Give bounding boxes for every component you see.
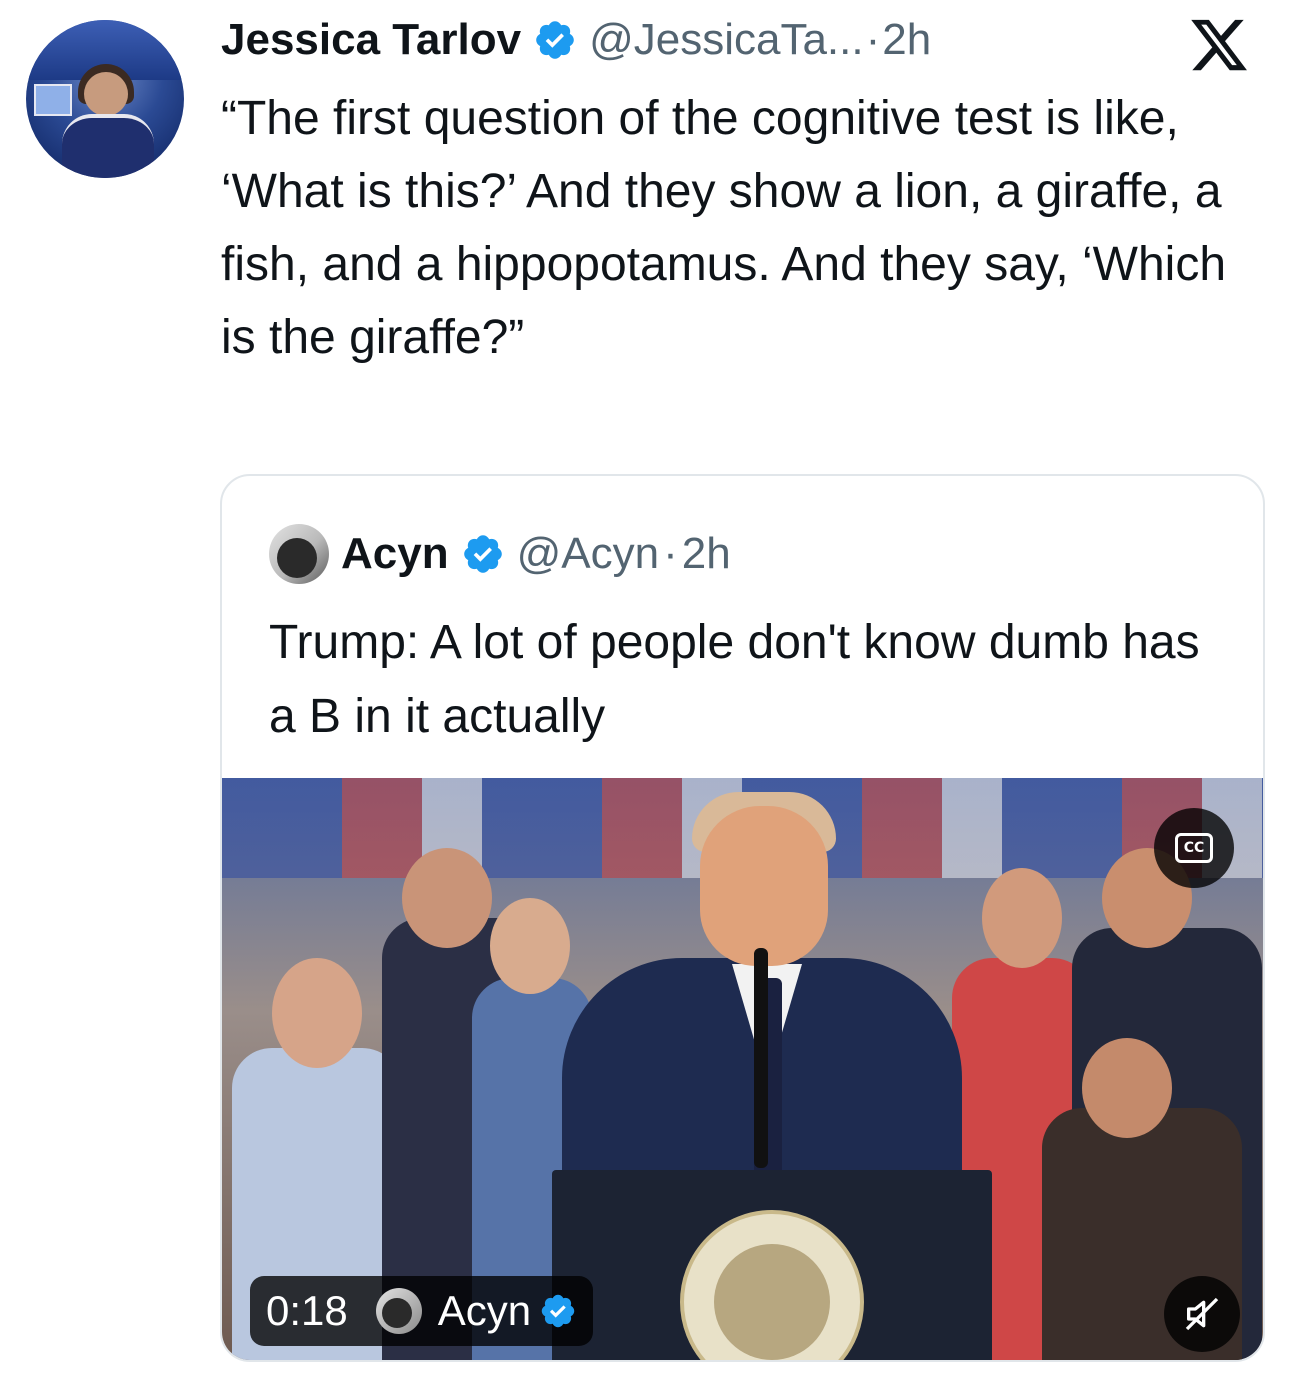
channel-avatar xyxy=(375,1288,422,1334)
speaker-head xyxy=(700,806,828,966)
header-separator: · xyxy=(865,15,881,64)
mute-toggle-button[interactable] xyxy=(1164,1276,1240,1352)
author-name[interactable]: Jessica Tarlov xyxy=(221,15,521,65)
channel-avatar-figure xyxy=(381,1298,412,1328)
seal-center xyxy=(714,1244,830,1360)
crowd-person xyxy=(490,898,570,994)
muted-speaker-icon xyxy=(1185,1297,1219,1331)
avatar-jacket xyxy=(62,114,154,178)
crowd-person xyxy=(1082,1038,1172,1138)
video-duration: 0:18 xyxy=(266,1287,348,1334)
closed-captions-icon: CC xyxy=(1175,833,1213,863)
tweet-text: “The first question of the cognitive tes… xyxy=(221,92,1227,364)
quote-author-name[interactable]: Acyn xyxy=(341,529,449,579)
quote-separator: · xyxy=(663,529,678,578)
video-player[interactable]: CC 0:18 Acyn xyxy=(222,778,1263,1360)
tweet-header: Jessica Tarlov @JessicaTa... · 2h xyxy=(221,12,931,68)
quote-header: Acyn @Acyn · 2h xyxy=(269,524,731,584)
author-avatar[interactable] xyxy=(26,20,184,178)
quote-time[interactable]: 2h xyxy=(682,529,731,579)
crowd-person xyxy=(982,868,1062,968)
tweet-time[interactable]: 2h xyxy=(882,15,931,65)
quoted-tweet[interactable]: Acyn @Acyn · 2h Trump: A lot of people d… xyxy=(220,474,1265,1362)
verified-badge-icon[interactable] xyxy=(461,532,505,576)
avatar-face xyxy=(84,72,128,116)
quote-author-handle[interactable]: @Acyn xyxy=(517,529,659,579)
captions-button[interactable]: CC xyxy=(1154,808,1234,888)
channel-name: Acyn xyxy=(437,1287,532,1334)
crowd-person xyxy=(402,848,492,948)
quote-avatar[interactable] xyxy=(269,524,329,584)
avatar-screen xyxy=(34,84,72,116)
quote-avatar-figure xyxy=(277,538,317,578)
verified-badge-icon[interactable] xyxy=(533,18,577,62)
video-frame xyxy=(222,778,1263,1360)
crowd-person xyxy=(272,958,362,1068)
quote-text: Trump: A lot of people don't know dumb h… xyxy=(269,616,1200,743)
verified-badge-icon xyxy=(541,1294,575,1328)
video-info-pill: 0:18 Acyn xyxy=(250,1276,594,1346)
x-logo-icon[interactable] xyxy=(1180,14,1258,76)
microphone xyxy=(754,948,768,1168)
author-handle[interactable]: @JessicaTa... xyxy=(589,15,864,65)
